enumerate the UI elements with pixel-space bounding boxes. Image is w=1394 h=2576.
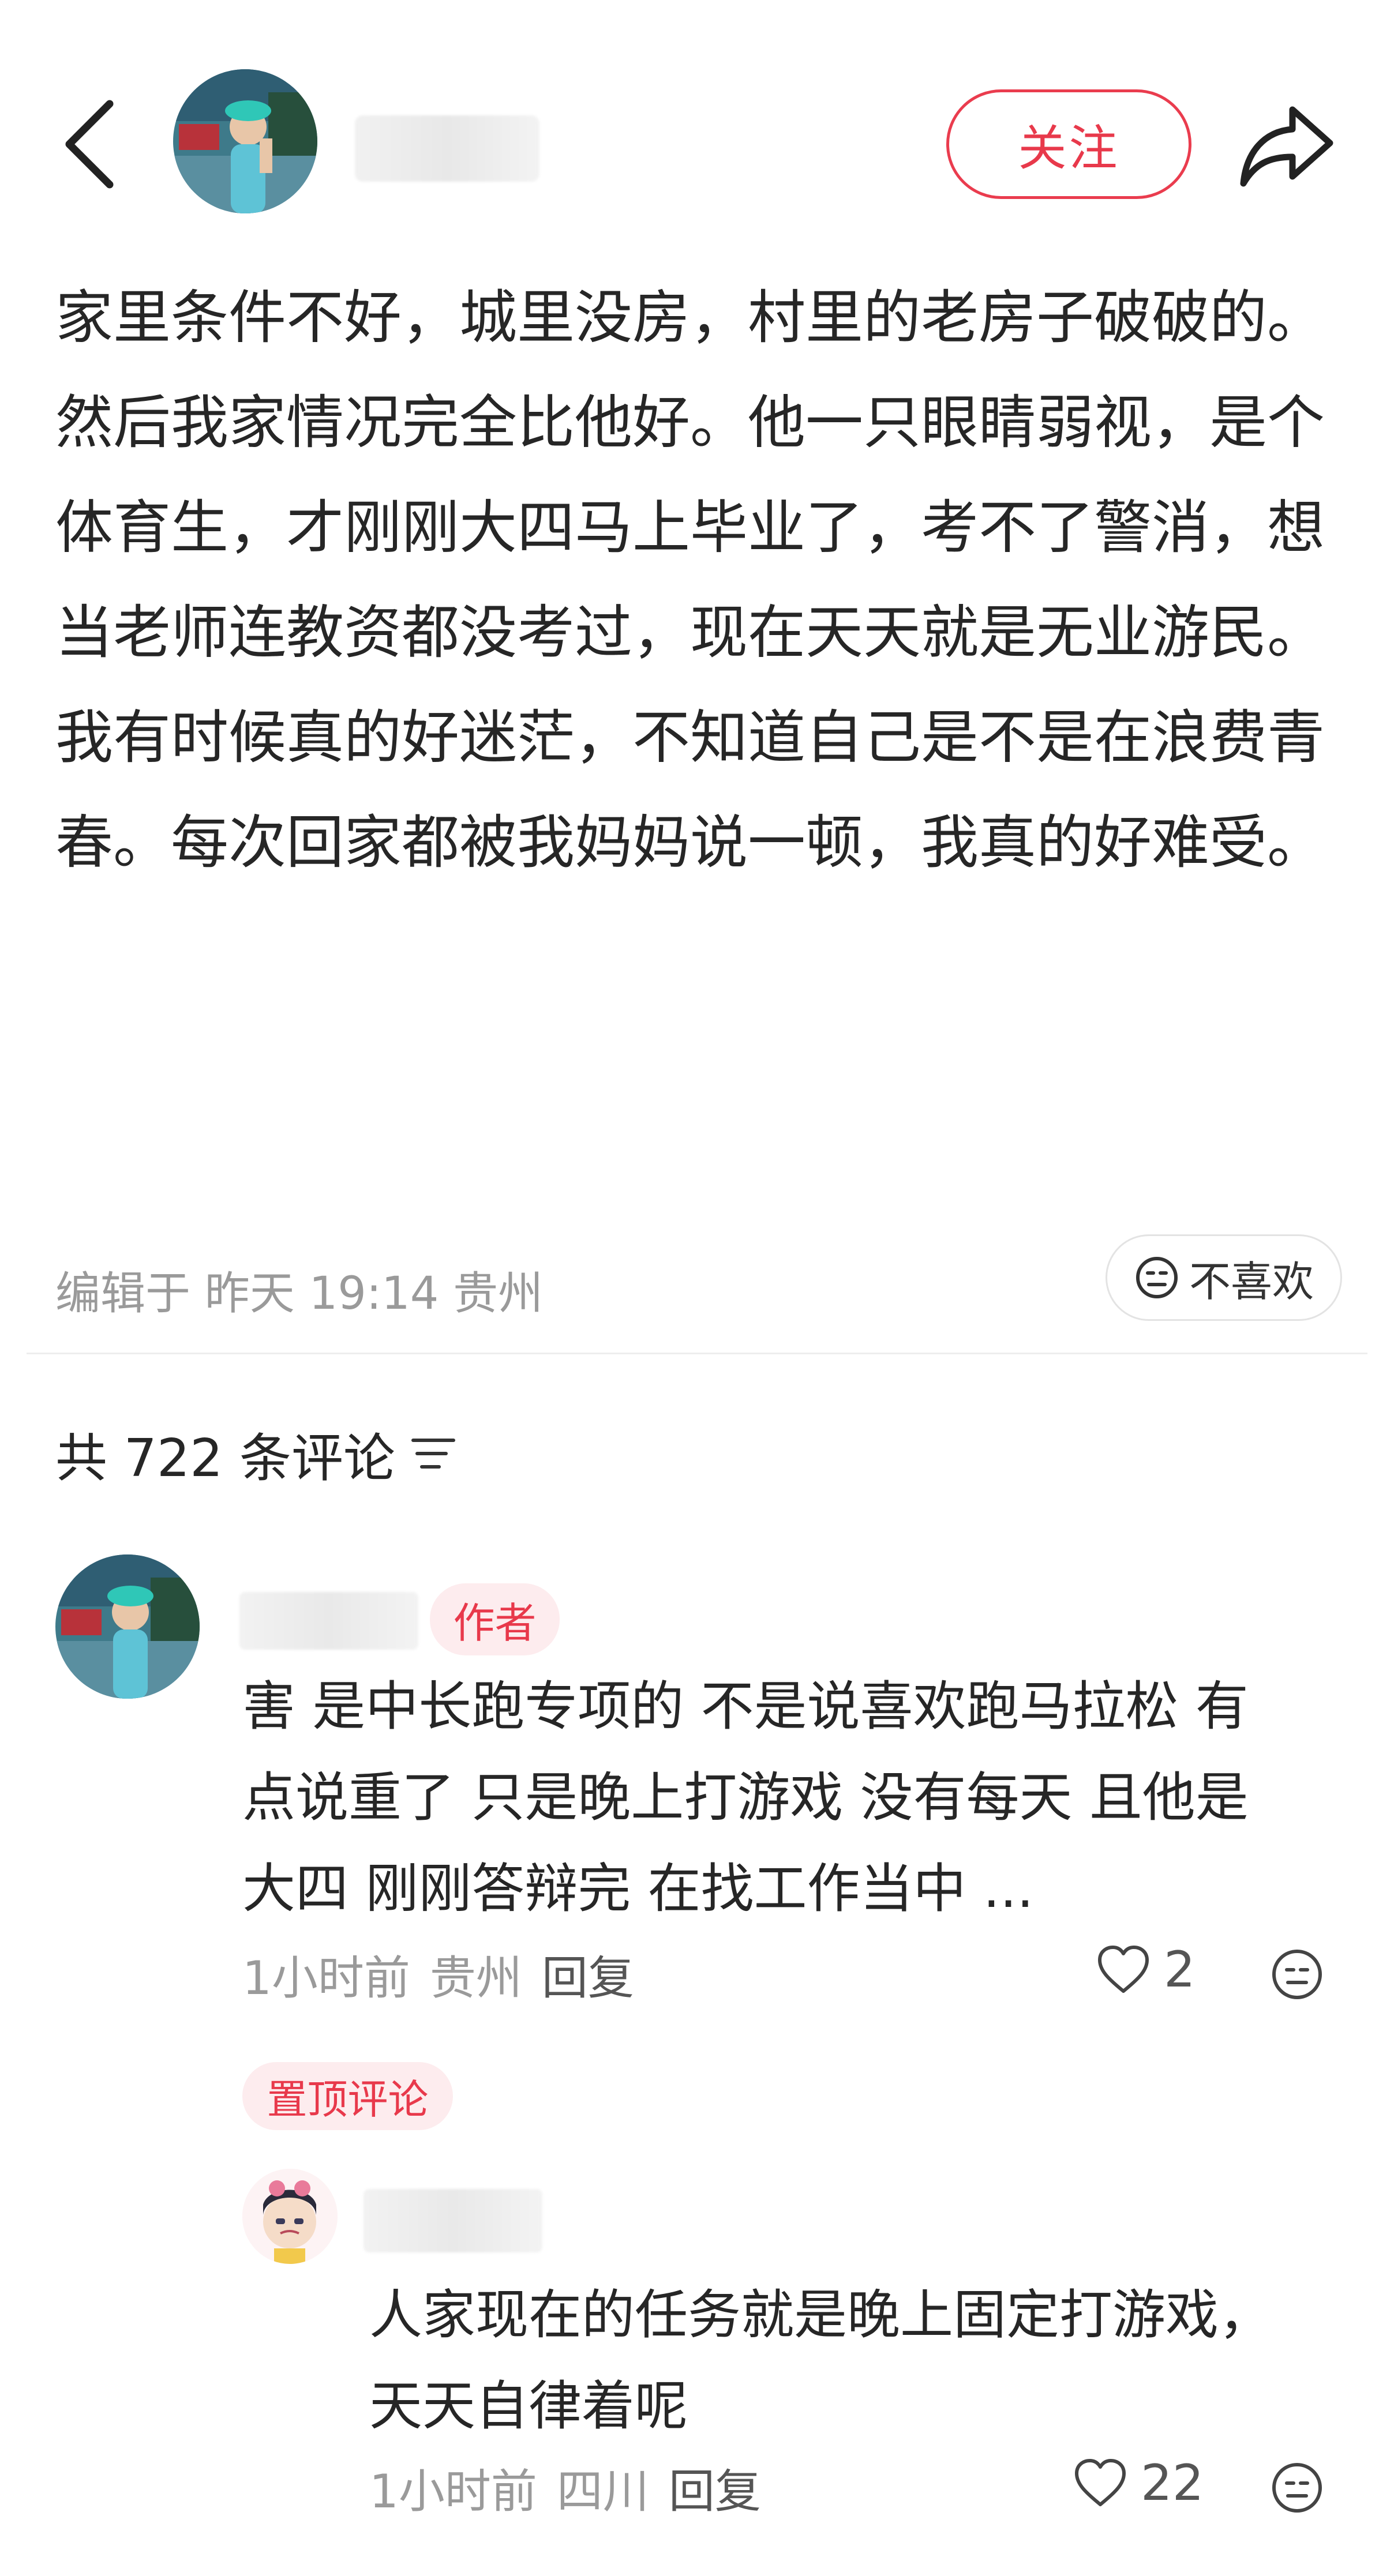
- avatar-image: [55, 1554, 200, 1699]
- dislike-face-icon: [1136, 1257, 1178, 1298]
- avatar-image: [173, 69, 317, 213]
- follow-button[interactable]: 关注: [946, 89, 1191, 199]
- comment-count-header: 共 722 条评论: [55, 1416, 456, 1491]
- reply-location: 四川: [556, 2465, 649, 2518]
- reply-button[interactable]: 回复: [669, 2454, 761, 2521]
- neutral-face-icon[interactable]: [1269, 1947, 1325, 2002]
- reply-meta: 1小时前 四川 回复: [369, 2454, 761, 2521]
- replier-name-redacted: [364, 2189, 542, 2252]
- reply-time: 1小时前: [369, 2465, 537, 2518]
- like-button[interactable]: 2: [1096, 1941, 1196, 1999]
- comment-meta: 1小时前 贵州 回复: [242, 1941, 634, 2008]
- post-paragraph: 我有时候真的好迷茫，不知道自己是不是在浪费青春。每次回家都被我妈妈说一顿，我真的…: [55, 704, 1325, 876]
- comment-time: 1小时前: [242, 1951, 410, 2005]
- post-content: 家里条件不好，城里没房，村里的老房子破破的。 然后我家情况完全比他好。他一只眼睛…: [55, 265, 1342, 895]
- author-name-redacted: [355, 115, 539, 182]
- like-count: 2: [1164, 1941, 1196, 1999]
- comment-avatar[interactable]: [55, 1554, 200, 1699]
- sort-icon[interactable]: [410, 1433, 456, 1474]
- post-paragraph: 然后我家情况完全比他好。他一只眼睛弱视，是个体育生，才刚刚大四马上毕业了，考不了…: [55, 389, 1325, 666]
- commenter-name-redacted: [239, 1592, 418, 1650]
- comment-location: 贵州: [429, 1951, 522, 2005]
- comment-count: 共 722 条评论: [55, 1428, 395, 1489]
- like-button[interactable]: 22: [1073, 2454, 1204, 2512]
- back-button[interactable]: [55, 92, 124, 196]
- author-tag: 作者: [430, 1583, 560, 1655]
- comment-line: 大四 刚刚答辩完 在找工作当中 ...: [242, 1858, 1034, 1920]
- neutral-face-icon[interactable]: [1269, 2460, 1325, 2515]
- author-avatar[interactable]: [173, 69, 317, 213]
- dislike-button[interactable]: 不喜欢: [1106, 1234, 1342, 1321]
- comment-line: 害 是中长跑专项的 不是说喜欢跑马拉松 有: [242, 1676, 1249, 1737]
- back-arrow-icon: [65, 100, 114, 189]
- reply-avatar[interactable]: [242, 2169, 338, 2264]
- post-paragraph: 家里条件不好，城里没房，村里的老房子破破的。: [55, 284, 1325, 351]
- divider: [27, 1353, 1367, 1354]
- reply-line: 人家现在的任务就是晚上固定打游戏，: [369, 2284, 1272, 2346]
- share-button[interactable]: [1235, 92, 1339, 196]
- comment-text[interactable]: 害 是中长跑专项的 不是说喜欢跑马拉松 有 点说重了 只是晚上打游戏 没有每天 …: [242, 1661, 1339, 1935]
- reply-button[interactable]: 回复: [542, 1941, 634, 2008]
- reply-line: 天天自律着呢: [369, 2375, 688, 2437]
- pinned-comment-tag: 置顶评论: [242, 2062, 453, 2130]
- avatar-image: [242, 2169, 338, 2264]
- post-meta: 编辑于 昨天 19:14 贵州 不喜欢: [55, 1234, 1342, 1327]
- like-count: 22: [1141, 2454, 1204, 2512]
- dislike-label: 不喜欢: [1189, 1257, 1314, 1306]
- comment-line: 点说重了 只是晚上打游戏 没有每天 且他是: [242, 1767, 1249, 1828]
- edit-info: 编辑于 昨天 19:14 贵州: [55, 1268, 544, 1320]
- reply-text[interactable]: 人家现在的任务就是晚上固定打游戏， 天天自律着呢: [369, 2270, 1350, 2452]
- heart-icon: [1075, 2459, 1126, 2506]
- heart-icon: [1098, 1946, 1149, 1993]
- top-bar: 关注: [0, 0, 1394, 248]
- share-icon: [1240, 106, 1333, 187]
